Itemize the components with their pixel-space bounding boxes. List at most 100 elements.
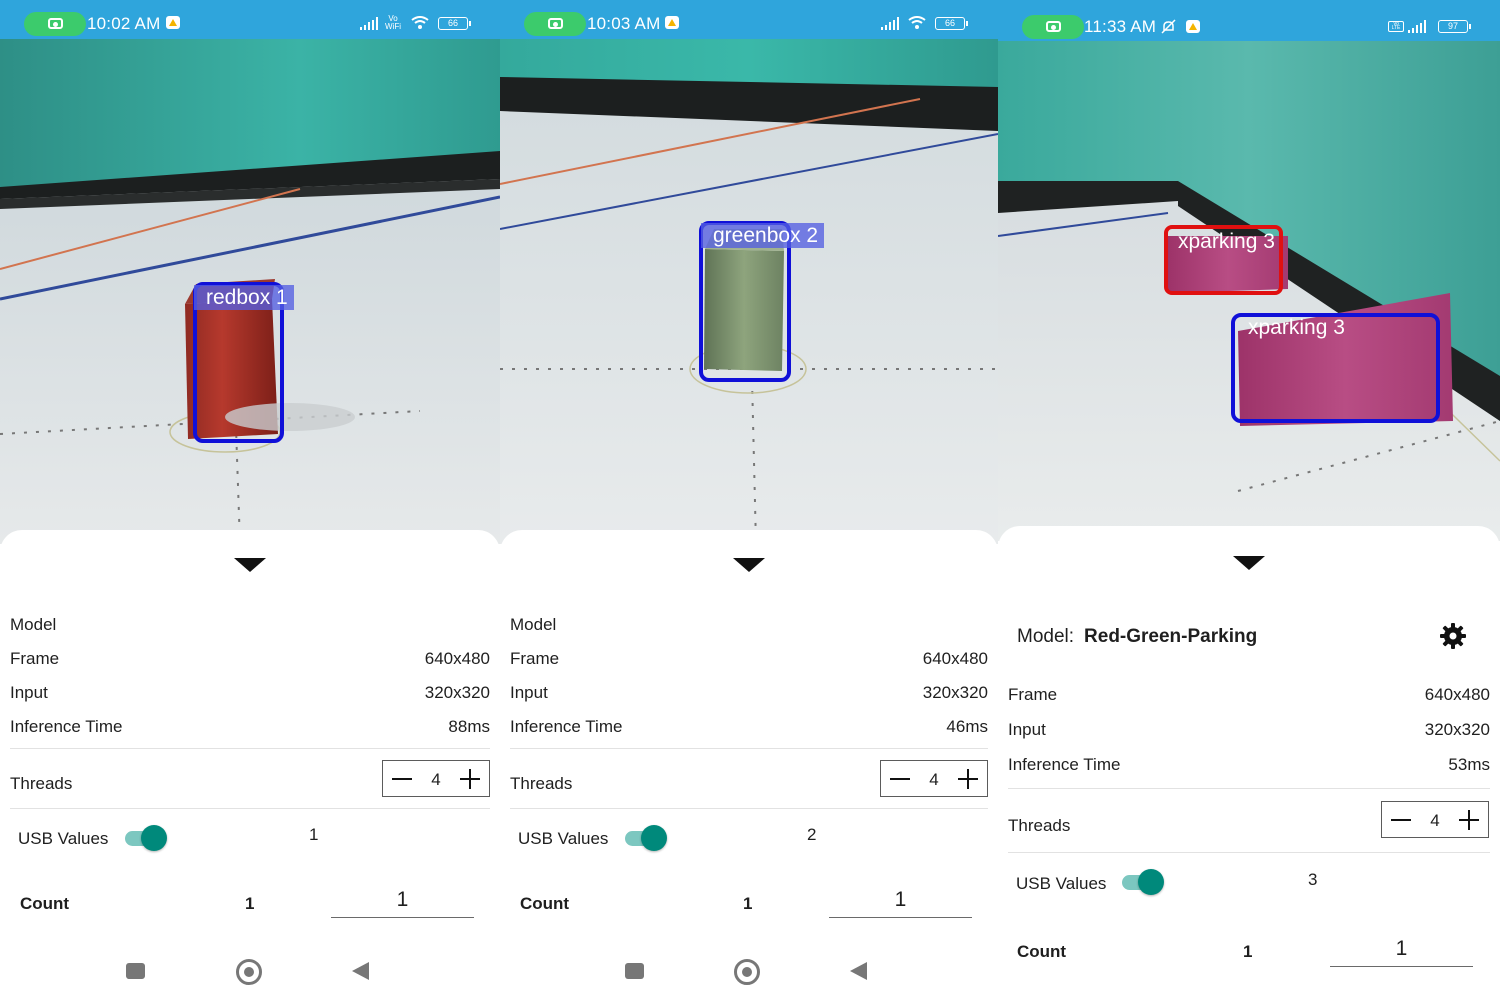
screen-recording-pill[interactable]: [1022, 15, 1084, 39]
usb-values-label: USB Values: [18, 829, 109, 848]
divider: [10, 808, 490, 809]
square-icon[interactable]: [625, 963, 644, 979]
count-label: Count: [20, 894, 70, 913]
threads-stepper[interactable]: 4: [382, 760, 490, 797]
camera-preview: redbox 1: [0, 39, 500, 544]
usb-values-toggle[interactable]: [1122, 869, 1164, 895]
battery-icon: 66: [438, 17, 471, 30]
google-drive-icon: [665, 16, 679, 29]
camera-frame: [998, 41, 1500, 541]
camera-preview: greenbox 2: [500, 39, 998, 544]
input-row: Input 320x320: [510, 683, 988, 703]
chevron-down-icon[interactable]: [1233, 556, 1265, 570]
usb-values-label: USB Values: [518, 829, 609, 848]
status-clock: 10:02 AM: [87, 14, 161, 33]
usb-values-toggle[interactable]: [625, 825, 667, 851]
inference-value: 53ms: [1448, 755, 1490, 774]
model-row: Model: [10, 615, 490, 635]
model-row: Model: [510, 615, 988, 635]
frame-value: 640x480: [424, 649, 490, 668]
inference-value: 88ms: [448, 717, 490, 736]
screenshot-collage: 10:02 AM Vo WiFi 66 redbox 1 Model Frame…: [0, 0, 1500, 1000]
count-input[interactable]: 1: [829, 888, 972, 918]
threads-stepper[interactable]: 4: [1381, 801, 1489, 838]
camera-icon: [548, 18, 563, 29]
input-value: 320x320: [424, 683, 490, 702]
gear-icon[interactable]: [1440, 623, 1466, 649]
status-bar: 10:02 AM Vo WiFi 66: [0, 0, 500, 39]
chevron-down-icon[interactable]: [733, 558, 765, 572]
divider: [1008, 852, 1490, 853]
phone-screen-2: 10:03 AM 66 greenbox 2 Model Frame 640x4…: [500, 0, 998, 1000]
frame-label: Frame: [1008, 685, 1058, 704]
battery-icon: 66: [935, 17, 968, 30]
signal-icon: [881, 17, 899, 30]
model-value: Red-Green-Parking: [1084, 626, 1258, 647]
usb-value: 2: [807, 825, 817, 844]
battery-icon: 97: [1438, 20, 1471, 33]
frame-label: Frame: [10, 649, 60, 668]
input-label: Input: [1008, 720, 1046, 739]
detection-label-blue: xparking 3: [1248, 316, 1345, 339]
usb-values-toggle[interactable]: [125, 825, 167, 851]
google-drive-icon: [166, 16, 180, 29]
phone-screen-3: 11:33 AM Vo LTE 97 xparking 3 xparking 3…: [998, 0, 1500, 1000]
detection-label: redbox 1: [194, 285, 294, 310]
square-icon[interactable]: [126, 963, 145, 979]
threads-stepper[interactable]: 4: [880, 760, 988, 797]
model-label: Model: [10, 615, 57, 634]
divider: [510, 748, 988, 749]
count-input[interactable]: 1: [331, 888, 474, 918]
detection-label-red: xparking 3: [1178, 230, 1275, 253]
input-label: Input: [510, 683, 548, 702]
inference-label: Inference Time: [1008, 755, 1121, 774]
circle-icon[interactable]: [236, 959, 262, 985]
triangle-back-icon[interactable]: [352, 962, 369, 980]
model-title: Model: Red-Green-Parking: [1017, 626, 1257, 648]
bottom-sheet: Model Frame 640x480 Input 320x320 Inferenc…: [500, 530, 998, 1000]
frame-value: 640x480: [1424, 685, 1490, 704]
usb-value: 1: [309, 825, 319, 844]
detection-label: greenbox 2: [701, 223, 825, 248]
status-clock: 10:03 AM: [587, 14, 661, 33]
input-label: Input: [10, 683, 48, 702]
camera-preview: xparking 3 xparking 3: [998, 41, 1500, 541]
circle-icon[interactable]: [734, 959, 760, 985]
count-input[interactable]: 1: [1330, 937, 1473, 967]
input-row: Input 320x320: [1008, 720, 1490, 740]
divider: [1008, 788, 1490, 789]
inference-label: Inference Time: [510, 717, 623, 736]
count-label: Count: [1017, 942, 1067, 961]
usb-value: 3: [1308, 870, 1318, 889]
status-bar: 11:33 AM Vo LTE 97: [998, 0, 1500, 41]
inference-row: Inference Time 46ms: [510, 717, 988, 737]
frame-label: Frame: [510, 649, 560, 668]
count-value: 1: [743, 894, 753, 913]
count-value: 1: [245, 894, 255, 913]
screen-recording-pill[interactable]: [524, 12, 586, 36]
google-drive-icon: [1186, 20, 1200, 33]
model-label: Model: [510, 615, 557, 634]
frame-row: Frame 640x480: [1008, 685, 1490, 705]
triangle-back-icon[interactable]: [850, 962, 867, 980]
frame-value: 640x480: [922, 649, 988, 668]
screen-recording-pill[interactable]: [24, 12, 86, 36]
inference-row: Inference Time 88ms: [10, 717, 490, 737]
bell-off-icon: [1161, 19, 1176, 34]
wifi-icon: [411, 16, 429, 29]
threads-value: 4: [1430, 811, 1440, 830]
phone-screen-1: 10:02 AM Vo WiFi 66 redbox 1 Model Frame…: [0, 0, 500, 1000]
count-value: 1: [1243, 942, 1253, 961]
camera-icon: [48, 18, 63, 29]
status-clock: 11:33 AM: [1084, 17, 1157, 36]
vowifi-indicator: Vo WiFi: [385, 14, 401, 31]
input-row: Input 320x320: [10, 683, 490, 703]
model-label: Model:: [1017, 626, 1075, 647]
camera-icon: [1046, 21, 1061, 32]
divider: [510, 808, 988, 809]
threads-value: 4: [431, 770, 441, 789]
threads-value: 4: [929, 770, 939, 789]
volte-indicator: Vo LTE: [1388, 21, 1404, 32]
chevron-down-icon[interactable]: [234, 558, 266, 572]
divider: [10, 748, 490, 749]
